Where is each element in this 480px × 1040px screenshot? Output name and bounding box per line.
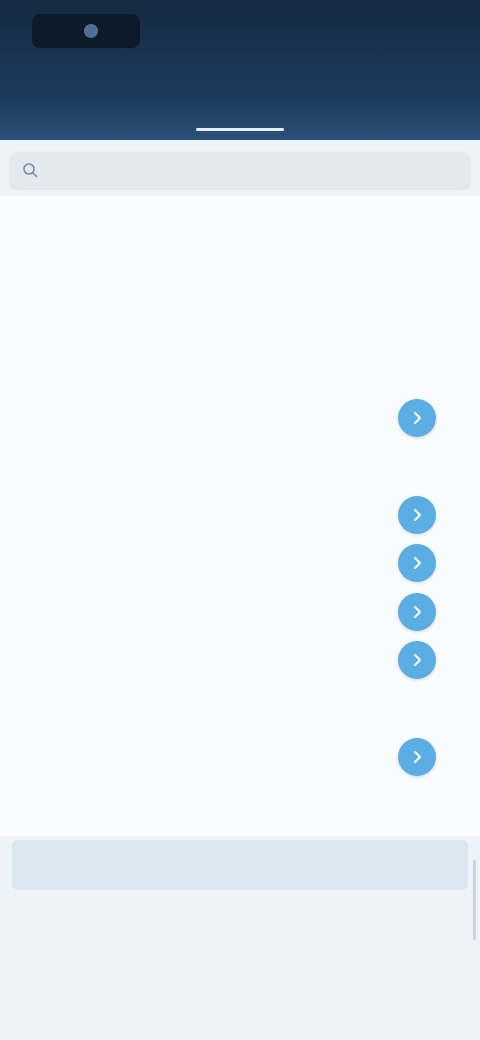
list-item[interactable]	[0, 394, 480, 442]
list-item[interactable]	[0, 588, 480, 636]
list-item[interactable]	[0, 733, 480, 781]
active-tab-indicator	[196, 128, 284, 131]
app-logo[interactable]	[32, 14, 140, 48]
chevron-right-icon	[414, 508, 421, 521]
list-item-action-button[interactable]	[398, 398, 436, 437]
chevron-right-icon	[414, 654, 421, 666]
list-item-action-button[interactable]	[398, 544, 436, 582]
settings-list	[0, 196, 480, 836]
list-item-action-button[interactable]	[398, 495, 436, 534]
list-item-bottom[interactable]	[0, 948, 480, 1000]
chevron-right-icon	[414, 557, 421, 569]
tab-second-active[interactable]	[190, 94, 290, 122]
list-item[interactable]	[0, 345, 480, 393]
list-item[interactable]	[0, 685, 480, 733]
list-item[interactable]	[0, 782, 480, 830]
chevron-right-icon	[414, 605, 421, 618]
search-icon	[23, 163, 38, 178]
chevron-right-icon	[414, 751, 421, 763]
header-action-link[interactable]	[350, 20, 450, 42]
search-bar[interactable]	[10, 152, 470, 188]
list-item[interactable]	[0, 297, 480, 345]
info-banner	[12, 840, 468, 890]
tab-bar	[0, 84, 480, 132]
list-item-action-button[interactable]	[398, 592, 436, 631]
app-header	[0, 0, 480, 140]
logo-mark-icon	[84, 24, 98, 38]
list-item[interactable]	[0, 539, 480, 587]
tab-first[interactable]	[24, 94, 94, 122]
list-item-action-button[interactable]	[398, 641, 436, 679]
list-item[interactable]	[0, 491, 480, 539]
list-item[interactable]	[0, 636, 480, 684]
search-input[interactable]	[46, 161, 450, 179]
list-item[interactable]	[0, 248, 480, 296]
chevron-right-icon	[414, 411, 421, 424]
list-item[interactable]	[0, 442, 480, 490]
scrollbar[interactable]	[473, 860, 476, 940]
list-item-action-button[interactable]	[398, 738, 436, 776]
